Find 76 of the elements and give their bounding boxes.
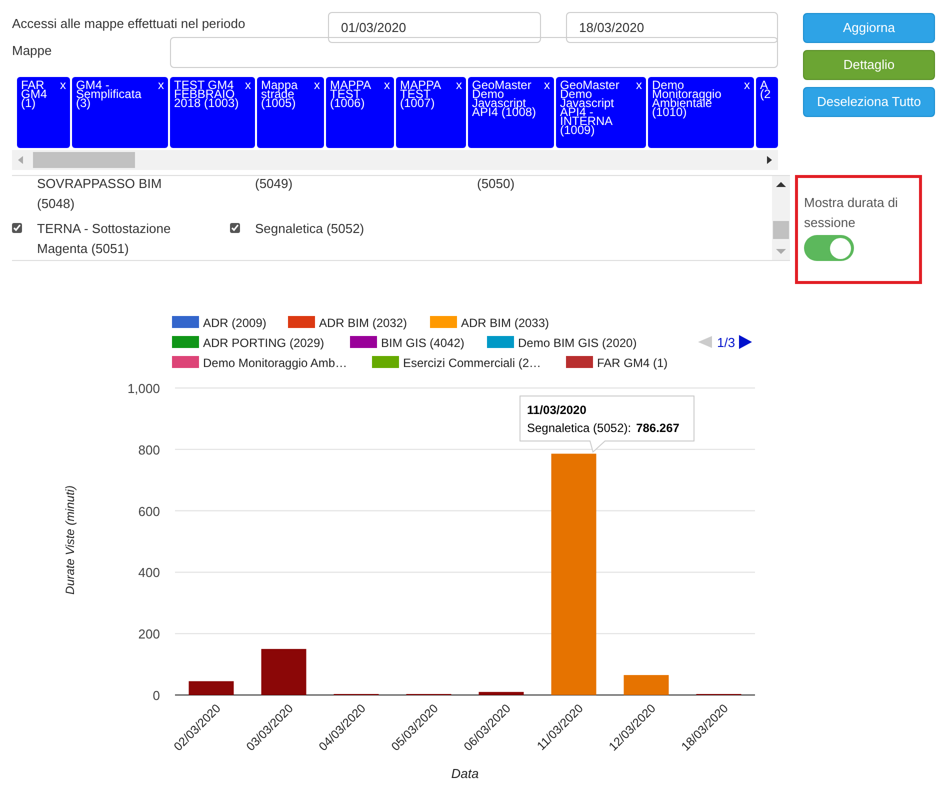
scroll-down-icon[interactable]: [776, 249, 786, 254]
period-label: Accessi alle mappe effettuati nel periodo: [12, 15, 246, 33]
y-axis-label: 800: [138, 442, 160, 458]
scroll-up-icon[interactable]: [776, 182, 786, 187]
tooltip-title: 11/03/2020: [527, 403, 586, 417]
next-page-icon[interactable]: [739, 335, 752, 349]
y-axis-label: 1,000: [127, 381, 160, 396]
tag-remove-button[interactable]: x: [456, 81, 462, 90]
tag-remove-button[interactable]: x: [636, 81, 642, 90]
chart-bar[interactable]: [188, 681, 234, 695]
toggle-label: Mostra durata di sessione: [804, 194, 899, 232]
map-tag[interactable]: Mappa strade (1005) x: [257, 77, 324, 148]
y-axis-label: 200: [138, 626, 160, 642]
map-tag[interactable]: TEST GM4 FEBBRAIO 2018 (1003) x: [170, 77, 255, 148]
map-tag[interactable]: MAPPA TEST (1007) x: [396, 77, 466, 148]
y-axis-title: Durate Viste (minuti): [63, 485, 77, 595]
vertical-scrollbar[interactable]: [772, 176, 790, 260]
maps-label: Mappe: [12, 42, 53, 60]
tag-remove-button[interactable]: x: [384, 81, 390, 90]
tag-label: MAPPA TEST (1007): [400, 81, 442, 108]
tag-label: A (2: [760, 81, 772, 99]
chart-bar[interactable]: [261, 648, 306, 695]
legend-item[interactable]: Demo BIM GIS (2020): [487, 336, 637, 350]
map-option-label: Segnaletica (5052): [255, 220, 366, 238]
session-toggle[interactable]: [804, 235, 854, 261]
tag-label: GeoMaster Demo Javascript API4 - INTERNA (1009): [560, 81, 620, 135]
map-option-label: (5049): [255, 176, 294, 193]
map-tag[interactable]: A (2: [756, 77, 778, 148]
tooltip-value-text: Segnaletica (5052): 786.267: [527, 421, 680, 435]
legend-item[interactable]: Demo Monitoraggio Amb…: [172, 356, 348, 370]
map-checkbox[interactable]: [230, 223, 240, 233]
map-tag[interactable]: GeoMaster Demo Javascript API4 (1008) x: [468, 77, 554, 148]
tag-label: MAPPA TEST (1006): [330, 81, 372, 108]
tag-label: TEST GM4 FEBBRAIO 2018 (1003): [174, 81, 240, 108]
legend-item[interactable]: ADR (2009): [172, 316, 266, 330]
map-option-label: SOVRAPPASSO BIM (5048): [37, 176, 163, 213]
map-tag[interactable]: Demo Monitoraggio Ambientale (1010) x: [648, 77, 754, 148]
map-option-label: TERNA - Sottostazione Magenta (5051): [37, 220, 172, 258]
y-axis-label: 400: [138, 565, 160, 580]
legend-item[interactable]: ADR BIM (2032): [288, 316, 408, 330]
map-tag[interactable]: GeoMaster Demo Javascript API4 - INTERNA (1009) x: [556, 77, 646, 148]
tag-label: GeoMaster Demo Javascript API4 (1008): [472, 81, 538, 117]
x-axis-title: Data: [451, 766, 479, 781]
tag-remove-button[interactable]: x: [60, 81, 66, 90]
tag-label: Demo Monitoraggio Ambientale (1010): [652, 81, 722, 117]
scroll-thumb[interactable]: [33, 152, 135, 168]
legend-page-text: 1/3: [717, 335, 736, 350]
tag-remove-button[interactable]: x: [158, 81, 164, 90]
tag-remove-button[interactable]: x: [314, 81, 320, 90]
tag-label: Mappa strade (1005): [261, 81, 299, 108]
tag-label: GM4 - Semplificata (3): [76, 81, 142, 108]
y-axis-label: 600: [138, 504, 160, 519]
legend-item[interactable]: FAR GM4 (1): [566, 356, 668, 370]
y-axis-label: 0: [152, 688, 160, 703]
map-checkbox[interactable]: [12, 223, 22, 233]
map-tag[interactable]: FAR GM4 (1) x: [17, 77, 70, 148]
maps-field[interactable]: [170, 37, 778, 68]
legend-item[interactable]: BIM GIS (4042): [350, 336, 464, 350]
to-date-field[interactable]: 18/03/2020: [566, 12, 778, 43]
tag-remove-button[interactable]: x: [744, 81, 750, 90]
legend-item[interactable]: ADR BIM (2033): [430, 316, 550, 330]
scroll-right-icon[interactable]: [767, 156, 772, 164]
scroll-thumb[interactable]: [773, 221, 789, 239]
tag-remove-button[interactable]: x: [544, 81, 550, 90]
legend-item[interactable]: Esercizi Commerciali (2…: [372, 356, 542, 370]
scroll-left-icon[interactable]: [18, 156, 23, 164]
tag-remove-button[interactable]: x: [245, 81, 251, 90]
previous-page-icon[interactable]: [698, 336, 712, 348]
map-tag[interactable]: GM4 - Semplificata (3) x: [72, 77, 168, 148]
horizontal-scrollbar[interactable]: [12, 150, 778, 170]
from-date-field[interactable]: 01/03/2020: [328, 12, 541, 43]
chart-bar[interactable]: [478, 692, 524, 695]
map-tag[interactable]: MAPPA TEST (1006) x: [326, 77, 394, 148]
map-option-label: (5050): [477, 176, 516, 193]
tag-label: FAR GM4 (1): [21, 81, 48, 108]
legend-item[interactable]: ADR PORTING (2029): [172, 336, 324, 350]
